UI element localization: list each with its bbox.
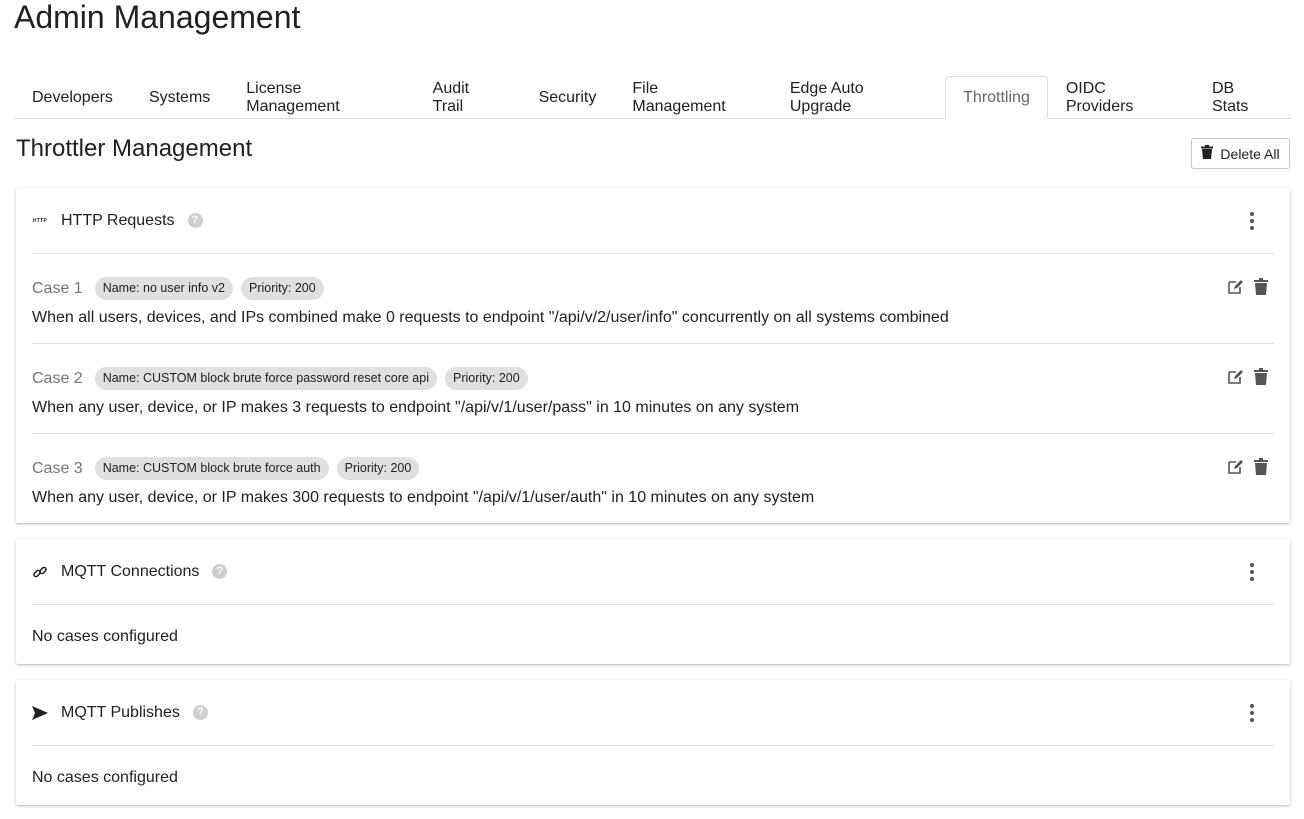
help-icon[interactable]: ? — [192, 705, 208, 720]
empty-text: No cases configured — [32, 769, 178, 786]
mqtt-connections-card: MQTT Connections ? No cases configured — [16, 539, 1290, 664]
tab-throttling[interactable]: Throttling — [945, 76, 1048, 119]
card-header: MQTT Publishes ? — [32, 680, 1274, 746]
case-description: When all users, devices, and IPs combine… — [32, 309, 949, 326]
delete-icon[interactable] — [1252, 367, 1270, 385]
help-icon[interactable]: ? — [187, 213, 203, 228]
tab-oidc-providers[interactable]: OIDC Providers — [1048, 76, 1194, 119]
priority-chip: Priority: 200 — [336, 457, 420, 480]
link-icon — [32, 564, 48, 580]
tab-license-management[interactable]: License Management — [228, 76, 414, 119]
case-label: Case 2 — [32, 369, 83, 387]
edit-icon[interactable] — [1226, 277, 1244, 295]
more-vert-icon[interactable] — [1244, 212, 1260, 230]
http-requests-card: HTTP HTTP Requests ? Case 1 Name: no use… — [16, 188, 1290, 523]
priority-chip: Priority: 200 — [241, 277, 324, 300]
help-icon[interactable]: ? — [212, 564, 228, 579]
tab-developers[interactable]: Developers — [14, 76, 131, 119]
page-title: Admin Management — [14, 0, 301, 35]
card-header: HTTP HTTP Requests ? — [32, 188, 1274, 254]
delete-icon[interactable] — [1252, 457, 1270, 475]
empty-state: No cases configured — [32, 605, 1274, 665]
case-description: When any user, device, or IP makes 300 r… — [32, 489, 815, 506]
case-label: Case 1 — [32, 279, 83, 297]
mqtt-publishes-card: MQTT Publishes ? No cases configured — [16, 680, 1290, 805]
delete-icon[interactable] — [1252, 277, 1270, 295]
delete-all-label: Delete All — [1220, 145, 1280, 162]
send-icon — [32, 705, 48, 721]
edit-icon[interactable] — [1226, 457, 1244, 475]
http-icon: HTTP — [32, 217, 48, 224]
more-vert-icon[interactable] — [1244, 704, 1260, 722]
trash-icon — [1201, 145, 1214, 162]
case-description: When any user, device, or IP makes 3 req… — [32, 399, 800, 416]
tab-edge-auto-upgrade[interactable]: Edge Auto Upgrade — [772, 76, 945, 119]
card-title: MQTT Publishes — [61, 703, 180, 721]
case-label: Case 3 — [32, 459, 83, 477]
name-chip: Name: CUSTOM block brute force password … — [94, 367, 437, 390]
card-title: HTTP Requests — [61, 211, 175, 229]
empty-state: No cases configured — [32, 746, 1274, 806]
name-chip: Name: CUSTOM block brute force auth — [94, 457, 329, 480]
case-row: Case 3 Name: CUSTOM block brute force au… — [32, 434, 1274, 523]
name-chip: Name: no user info v2 — [94, 277, 233, 300]
more-vert-icon[interactable] — [1244, 563, 1260, 581]
tab-bar: Developers Systems License Management Au… — [14, 76, 1292, 119]
edit-icon[interactable] — [1226, 367, 1244, 385]
case-row: Case 2 Name: CUSTOM block brute force pa… — [32, 344, 1274, 434]
delete-all-button[interactable]: Delete All — [1191, 138, 1290, 169]
case-row: Case 1 Name: no user info v2 Priority: 2… — [32, 254, 1274, 344]
card-header: MQTT Connections ? — [32, 539, 1274, 605]
priority-chip: Priority: 200 — [445, 367, 528, 390]
tab-security[interactable]: Security — [521, 76, 615, 119]
section-title: Throttler Management — [16, 135, 253, 162]
empty-text: No cases configured — [32, 628, 178, 645]
tab-audit-trail[interactable]: Audit Trail — [415, 76, 521, 119]
card-title: MQTT Connections — [61, 562, 200, 580]
tab-file-management[interactable]: File Management — [614, 76, 772, 119]
tab-db-stats[interactable]: DB Stats — [1194, 76, 1292, 119]
tab-systems[interactable]: Systems — [131, 76, 228, 119]
